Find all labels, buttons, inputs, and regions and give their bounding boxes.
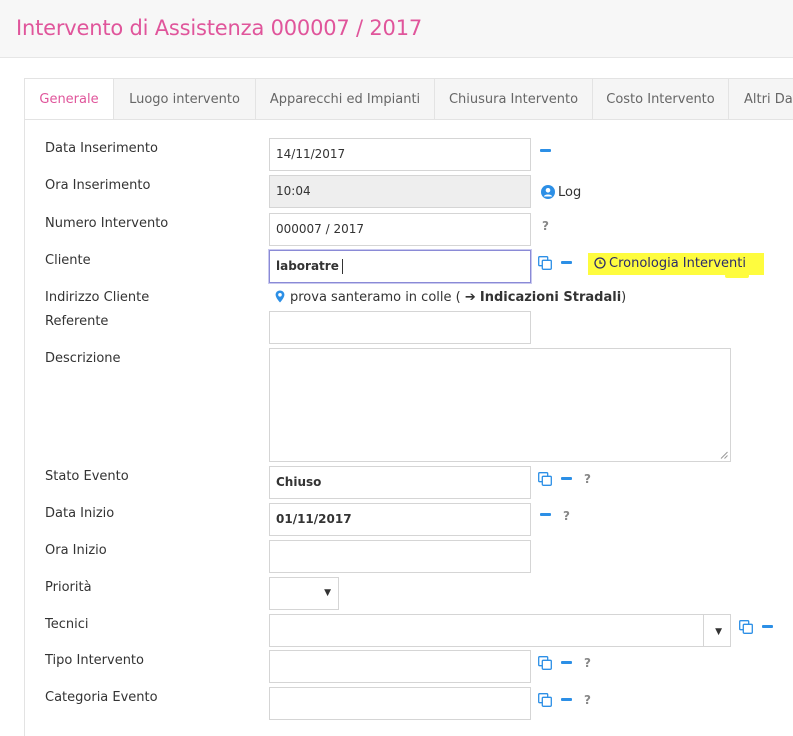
cronologia-interventi-link[interactable]: Cronologia Interventi <box>588 253 764 275</box>
priorita-select[interactable]: ▼ <box>269 577 339 610</box>
data-inizio-input[interactable]: 01/11/2017 <box>269 503 531 536</box>
copy-icon[interactable] <box>538 472 552 486</box>
cliente-value: laboratre <box>276 259 339 273</box>
remove-icon[interactable] <box>561 261 572 264</box>
tab-costo-intervento[interactable]: Costo Intervento <box>593 79 729 119</box>
indirizzo-cliente-value: prova santeramo in colle ( ➔ Indicazioni… <box>275 290 626 305</box>
dropdown-arrow-icon: ▼ <box>324 588 331 598</box>
copy-icon[interactable] <box>538 693 552 707</box>
referente-input[interactable] <box>269 311 531 344</box>
data-inserimento-label: Data Inserimento <box>45 141 158 156</box>
ora-inserimento-label: Ora Inserimento <box>45 178 151 193</box>
map-pin-icon <box>275 290 285 303</box>
tipo-intervento-input[interactable] <box>269 650 531 683</box>
log-link[interactable]: Log <box>541 185 581 200</box>
tab-generale[interactable]: Generale <box>25 79 114 119</box>
cronologia-label: Cronologia Interventi <box>609 256 746 271</box>
remove-icon[interactable] <box>561 698 572 701</box>
tab-chiusura-intervento[interactable]: Chiusura Intervento <box>435 79 593 119</box>
resize-handle-icon[interactable] <box>720 451 728 459</box>
ora-inserimento-input: 10:04 <box>269 175 531 208</box>
help-icon[interactable]: ? <box>584 693 591 707</box>
page-header: Intervento di Assistenza 000007 / 2017 <box>0 0 793 58</box>
remove-icon[interactable] <box>561 661 572 664</box>
referente-label: Referente <box>45 314 109 329</box>
ora-inizio-input[interactable] <box>269 540 531 573</box>
tecnici-label: Tecnici <box>45 617 89 632</box>
remove-icon[interactable] <box>762 625 773 628</box>
categoria-evento-input[interactable] <box>269 687 531 720</box>
tab-apparecchi-impianti[interactable]: Apparecchi ed Impianti <box>256 79 435 119</box>
copy-icon[interactable] <box>538 656 552 670</box>
help-icon[interactable]: ? <box>584 472 591 486</box>
tab-altri-dati[interactable]: Altri Dati <box>729 79 793 119</box>
cliente-input[interactable]: laboratre <box>269 250 531 283</box>
tab-bar: Generale Luogo intervento Apparecchi ed … <box>25 79 793 120</box>
descrizione-label: Descrizione <box>45 351 121 366</box>
address-text: prova santeramo in colle ( <box>290 290 461 305</box>
address-close: ) <box>621 290 627 305</box>
indirizzo-cliente-label: Indirizzo Cliente <box>45 290 150 305</box>
numero-intervento-input[interactable]: 000007 / 2017 <box>269 213 531 246</box>
tipo-intervento-label: Tipo Intervento <box>45 653 144 668</box>
priorita-label: Priorità <box>45 580 92 595</box>
select-divider <box>703 615 704 646</box>
arrow-right-icon: ➔ <box>464 290 476 305</box>
categoria-evento-label: Categoria Evento <box>45 690 158 705</box>
highlight-mark <box>725 274 749 278</box>
remove-icon[interactable] <box>540 513 551 516</box>
user-icon <box>541 185 555 199</box>
stato-evento-input[interactable]: Chiuso <box>269 466 531 499</box>
remove-icon[interactable] <box>540 149 551 152</box>
numero-intervento-label: Numero Intervento <box>45 216 169 231</box>
dropdown-arrow-icon[interactable]: ▼ <box>715 627 722 637</box>
page-title: Intervento di Assistenza 000007 / 2017 <box>16 16 423 40</box>
log-label: Log <box>558 185 582 200</box>
directions-label: Indicazioni Stradali <box>479 290 622 305</box>
ora-inizio-label: Ora Inizio <box>45 543 107 558</box>
copy-icon[interactable] <box>739 620 753 634</box>
data-inizio-label: Data Inizio <box>45 506 115 521</box>
cliente-label: Cliente <box>45 253 91 268</box>
directions-link[interactable]: ➔ Indicazioni Stradali <box>465 290 621 305</box>
text-caret <box>341 259 343 274</box>
stato-evento-label: Stato Evento <box>45 469 129 484</box>
clock-icon <box>594 257 606 269</box>
copy-icon[interactable] <box>538 256 552 270</box>
tab-luogo-intervento[interactable]: Luogo intervento <box>114 79 256 119</box>
help-icon[interactable]: ? <box>584 656 591 670</box>
descrizione-textarea[interactable] <box>269 348 731 462</box>
data-inserimento-input[interactable]: 14/11/2017 <box>269 138 531 171</box>
help-icon[interactable]: ? <box>542 219 549 233</box>
help-icon[interactable]: ? <box>563 509 570 523</box>
remove-icon[interactable] <box>561 477 572 480</box>
tecnici-select[interactable]: ▼ <box>269 614 731 647</box>
